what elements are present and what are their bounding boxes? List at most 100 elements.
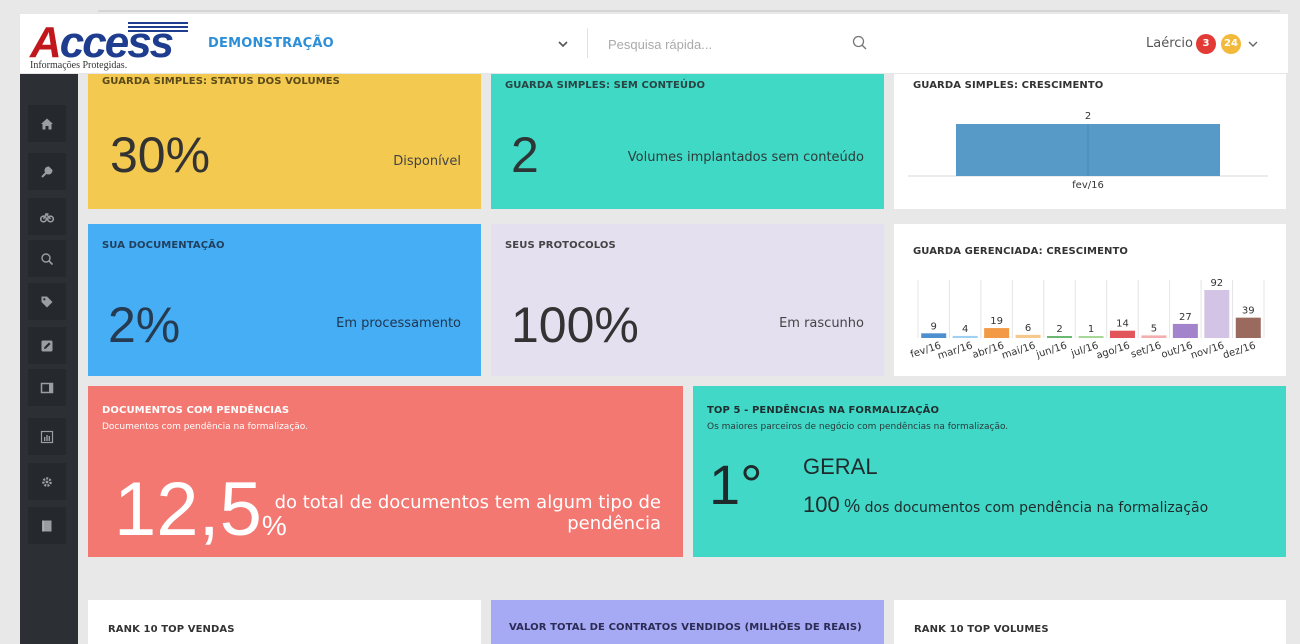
sidebar-item-home[interactable] <box>28 105 66 142</box>
x-tick-label: mar/16 <box>936 340 974 362</box>
access-logo[interactable]: Access Informações Protegidas. <box>30 18 200 72</box>
top5-rank: 1° <box>709 453 763 516</box>
bar-out/16[interactable] <box>1172 323 1198 338</box>
bar-value-label: 92 <box>1210 278 1223 289</box>
card-protocolos[interactable]: SEUS PROTOCOLOS 100% Em rascunho <box>491 224 884 376</box>
top5-percent-line: 100 % dos documentos com pendência na fo… <box>803 492 1208 518</box>
card-value: 2% <box>108 297 181 353</box>
card-title: RANK 10 TOP VOLUMES <box>914 624 1049 635</box>
wrench-icon <box>41 165 53 178</box>
bar-value-label: 27 <box>1179 312 1192 323</box>
bar-fev/16[interactable] <box>921 333 947 338</box>
bar-value-label: 2 <box>1085 111 1091 122</box>
sidebar <box>20 74 78 644</box>
card-title: GUARDA SIMPLES: SEM CONTEÚDO <box>505 80 706 91</box>
chart-guarda-simples-crescimento: 2 fev/16 <box>908 111 1268 191</box>
top5-percent-sign: % <box>844 496 861 516</box>
card-title: RANK 10 TOP VENDAS <box>108 624 235 635</box>
card-subtitle: Os maiores parceiros de negócio com pend… <box>707 422 1009 432</box>
card-documentacao[interactable]: SUA DOCUMENTAÇÃO 2% Em processamento <box>88 224 481 376</box>
card-caption: Em rascunho <box>779 316 864 331</box>
notifications-badge[interactable]: 3 <box>1196 34 1216 54</box>
bar-mai/16[interactable] <box>1015 334 1041 338</box>
card-valor-contratos[interactable]: VALOR TOTAL DE CONTRATOS VENDIDOS (MILHÕ… <box>491 600 884 644</box>
x-tick-label: jun/16 <box>1034 340 1068 361</box>
pendencias-caption-line2: pendência <box>567 513 661 534</box>
pendencias-number: 12,5 <box>114 467 262 552</box>
card-value: 30% <box>110 127 211 183</box>
header-divider <box>587 28 588 58</box>
card-value: 2 <box>511 127 539 183</box>
card-rank-vendas[interactable]: RANK 10 TOP VENDAS <box>88 600 481 644</box>
bar-dez/16[interactable] <box>1235 317 1261 338</box>
gear-icon <box>42 476 52 487</box>
pendencias-value: 12,5% <box>114 472 287 548</box>
card-title: SEUS PROTOCOLOS <box>505 240 616 251</box>
sidebar-item-book[interactable] <box>28 507 66 544</box>
card-title: GUARDA SIMPLES: STATUS DOS VOLUMES <box>102 76 340 87</box>
tag-icon <box>41 296 53 307</box>
company-selector-label[interactable]: DEMONSTRAÇÃO <box>208 36 334 51</box>
card-rank-volumes[interactable]: RANK 10 TOP VOLUMES <box>894 600 1286 644</box>
x-tick-label: set/16 <box>1130 340 1163 360</box>
user-name[interactable]: Laércio <box>1146 36 1193 51</box>
bar-value-label: 39 <box>1242 306 1255 317</box>
sidebar-item-search[interactable] <box>28 240 66 277</box>
bar-set/16[interactable] <box>1141 335 1167 338</box>
card-title: DOCUMENTOS COM PENDÊNCIAS <box>102 405 290 416</box>
sidebar-item-edit[interactable] <box>28 327 66 364</box>
sidebar-item-window[interactable] <box>28 369 66 406</box>
top-header: Access Informações Protegidas. DEMONSTRA… <box>20 14 1288 74</box>
card-crescimento-gerenciada[interactable]: GUARDA GERENCIADA: CRESCIMENTO 9 fev/16 4 m… <box>894 224 1286 376</box>
bicycle-icon <box>40 212 54 223</box>
bar-nov/16[interactable] <box>1204 290 1230 338</box>
bar-value-label: 9 <box>931 321 937 332</box>
card-crescimento-simples[interactable]: GUARDA SIMPLES: CRESCIMENTO 2 fev/16 <box>894 74 1286 209</box>
card-top5-pendencias[interactable]: TOP 5 - PENDÊNCIAS NA FORMALIZAÇÃO Os ma… <box>693 386 1286 557</box>
card-title: SUA DOCUMENTAÇÃO <box>102 240 225 251</box>
search-icon <box>41 252 54 265</box>
bar-value-label: 2 <box>1056 324 1062 335</box>
card-title: TOP 5 - PENDÊNCIAS NA FORMALIZAÇÃO <box>707 405 940 416</box>
window-icon <box>40 382 54 393</box>
card-value: 100% <box>511 297 639 353</box>
bar-ago/16[interactable] <box>1109 330 1135 338</box>
bar-value-label: 6 <box>1025 323 1031 334</box>
alerts-badge[interactable]: 24 <box>1221 34 1241 54</box>
bar-abr/16[interactable] <box>984 328 1010 338</box>
x-tick-label: fev/16 <box>1072 180 1104 191</box>
bar-value-label: 5 <box>1151 323 1157 334</box>
book-icon <box>42 520 52 531</box>
window-frame-line <box>98 10 1280 12</box>
sidebar-item-reports[interactable] <box>28 418 66 455</box>
card-title: VALOR TOTAL DE CONTRATOS VENDIDOS (MILHÕ… <box>509 622 862 633</box>
x-tick-label: ago/16 <box>1095 340 1131 361</box>
chevron-down-icon[interactable] <box>555 36 571 52</box>
card-sem-conteudo[interactable]: GUARDA SIMPLES: SEM CONTEÚDO 2 Volumes i… <box>491 74 884 209</box>
pendencias-caption-line1: do total de documentos tem algum tipo de <box>274 492 661 513</box>
search-icon[interactable] <box>850 33 870 53</box>
sidebar-item-tags[interactable] <box>28 283 66 320</box>
bar-value-label: 19 <box>990 316 1003 327</box>
bar-jun/16[interactable] <box>1047 336 1073 338</box>
sidebar-item-settings[interactable] <box>28 463 66 500</box>
top5-partner-name: GERAL <box>803 454 878 479</box>
user-menu-chevron-icon[interactable] <box>1246 37 1260 51</box>
x-tick-label: nov/16 <box>1190 340 1226 361</box>
sidebar-item-tools[interactable] <box>28 153 66 190</box>
card-status-volumes[interactable]: GUARDA SIMPLES: STATUS DOS VOLUMES 30% D… <box>88 74 481 209</box>
quick-search-input[interactable] <box>608 32 838 56</box>
bar-value-label: 1 <box>1088 324 1094 335</box>
bar-value-label: 4 <box>962 324 968 335</box>
chart-icon <box>40 430 54 443</box>
home-icon <box>41 118 53 129</box>
edit-icon <box>41 340 53 351</box>
bar-jul/16[interactable] <box>1078 336 1104 338</box>
top5-caption: dos documentos com pendência na formaliz… <box>864 500 1209 516</box>
bar-mar/16[interactable] <box>952 335 978 338</box>
pendencias-caption: do total de documentos tem algum tipo de… <box>275 492 661 534</box>
sidebar-item-bicycle[interactable] <box>28 198 66 235</box>
card-pendencias[interactable]: DOCUMENTOS COM PENDÊNCIAS Documentos com… <box>88 386 683 557</box>
top5-percent: 100 <box>803 492 840 517</box>
chart-guarda-gerenciada-crescimento: 9fev/164mar/1619abr/166mai/162jun/161jul… <box>909 278 1265 362</box>
